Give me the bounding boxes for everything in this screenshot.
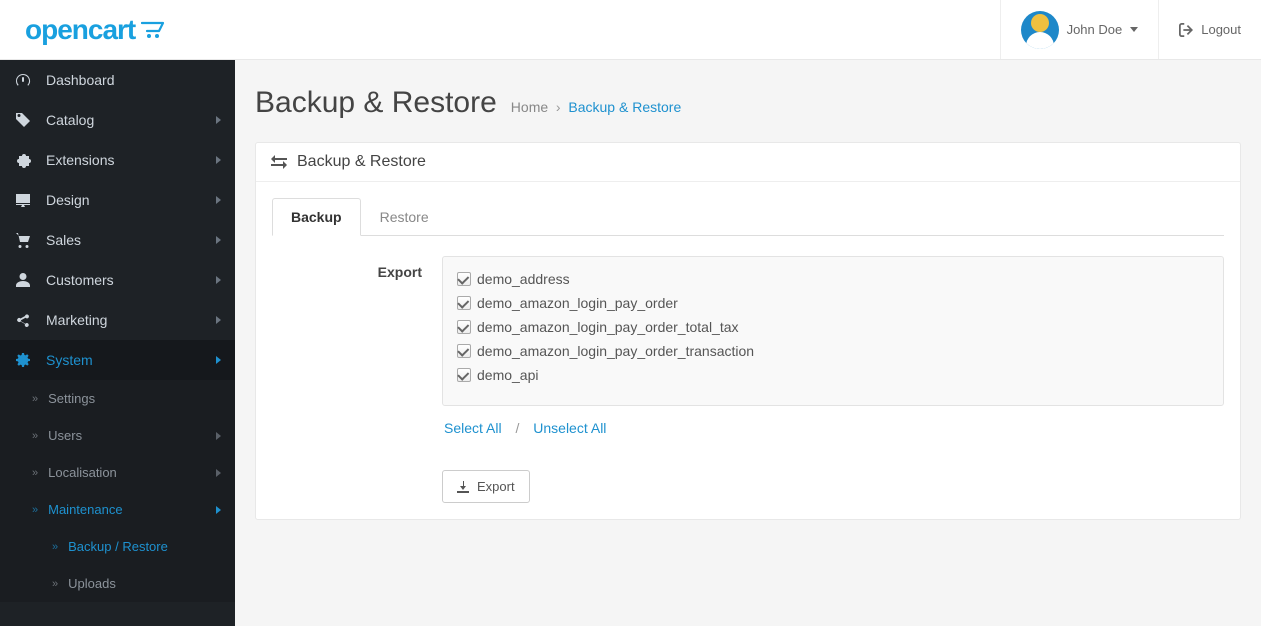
angle-right-icon: » (52, 541, 58, 553)
tab-backup[interactable]: Backup (272, 198, 361, 236)
nav-system-sub: » Settings » Users » Localisation » Main… (0, 380, 235, 602)
nav-extensions[interactable]: Extensions (0, 140, 235, 180)
nav-label: Users (48, 428, 82, 443)
header-right: John Doe Logout (1000, 0, 1261, 59)
nav-label: Extensions (46, 152, 114, 168)
spacer (272, 470, 422, 503)
checkbox-checked-icon[interactable] (457, 344, 471, 358)
logout-label: Logout (1201, 22, 1241, 37)
nav-users[interactable]: » Users (0, 417, 235, 454)
nav-design[interactable]: Design (0, 180, 235, 220)
table-name: demo_api (477, 367, 539, 383)
nav-uploads[interactable]: » Uploads (0, 565, 235, 602)
breadcrumb: Home › Backup & Restore (511, 99, 681, 115)
nav-label: Uploads (68, 576, 116, 591)
nav-label: Localisation (48, 465, 117, 480)
app-header: opencart John Doe Logout (0, 0, 1261, 60)
cart-icon (141, 21, 171, 39)
angle-right-icon: » (52, 578, 58, 590)
username: John Doe (1067, 22, 1123, 37)
form-row-export: Export demo_address demo_amazon_login_pa… (272, 236, 1224, 450)
page-header: Backup & Restore Home › Backup & Restore (255, 78, 1241, 142)
nav-label: Customers (46, 272, 114, 288)
nav-label: Maintenance (48, 502, 122, 517)
table-name: demo_amazon_login_pay_order_total_tax (477, 319, 739, 335)
logo[interactable]: opencart (0, 14, 235, 46)
panel: Backup & Restore Backup Restore Export d… (255, 142, 1241, 520)
export-button-label: Export (477, 479, 515, 494)
sign-out-icon (1179, 23, 1193, 37)
cart-icon (14, 232, 32, 248)
angle-right-icon: » (32, 430, 38, 442)
logout-button[interactable]: Logout (1158, 0, 1261, 59)
export-label: Export (272, 256, 422, 450)
nav-localisation[interactable]: » Localisation (0, 454, 235, 491)
tag-icon (14, 112, 32, 128)
dashboard-icon (14, 72, 32, 88)
breadcrumb-home[interactable]: Home (511, 99, 548, 115)
nav-label: System (46, 352, 93, 368)
separator: / (505, 420, 529, 436)
nav-label: Dashboard (46, 72, 115, 88)
chevron-down-icon (1130, 27, 1138, 32)
select-all-link[interactable]: Select All (444, 420, 502, 436)
nav-backup-restore[interactable]: » Backup / Restore (0, 528, 235, 565)
checkbox-checked-icon[interactable] (457, 368, 471, 382)
share-icon (14, 312, 32, 328)
panel-body: Backup Restore Export demo_address (256, 182, 1240, 519)
logo-text: opencart (25, 14, 135, 46)
download-icon (457, 481, 469, 493)
puzzle-icon (14, 152, 32, 168)
export-button[interactable]: Export (442, 470, 530, 503)
content: Backup & Restore Home › Backup & Restore… (235, 60, 1261, 626)
breadcrumb-current[interactable]: Backup & Restore (568, 99, 681, 115)
tables-well[interactable]: demo_address demo_amazon_login_pay_order… (442, 256, 1224, 406)
table-row[interactable]: demo_amazon_login_pay_order_total_tax (457, 315, 1209, 339)
table-name: demo_amazon_login_pay_order (477, 295, 678, 311)
user-icon (14, 272, 32, 288)
nav-customers[interactable]: Customers (0, 260, 235, 300)
nav-settings[interactable]: » Settings (0, 380, 235, 417)
desktop-icon (14, 192, 32, 208)
table-name: demo_amazon_login_pay_order_transaction (477, 343, 754, 359)
nav-marketing[interactable]: Marketing (0, 300, 235, 340)
table-row[interactable]: demo_amazon_login_pay_order_transaction (457, 339, 1209, 363)
nav-sales[interactable]: Sales (0, 220, 235, 260)
panel-title: Backup & Restore (297, 153, 426, 171)
select-links: Select All / Unselect All (442, 406, 1224, 450)
unselect-all-link[interactable]: Unselect All (533, 420, 606, 436)
nav-label: Design (46, 192, 90, 208)
gear-icon (14, 352, 32, 368)
tabs: Backup Restore (272, 198, 1224, 236)
tab-restore[interactable]: Restore (361, 198, 448, 236)
checkbox-checked-icon[interactable] (457, 296, 471, 310)
export-field: demo_address demo_amazon_login_pay_order… (442, 256, 1224, 450)
checkbox-checked-icon[interactable] (457, 272, 471, 286)
sidebar: Dashboard Catalog Extensions Design Sale (0, 60, 235, 626)
nav-label: Backup / Restore (68, 539, 168, 554)
form-row-button: Export (272, 450, 1224, 503)
nav-label: Settings (48, 391, 95, 406)
table-row[interactable]: demo_api (457, 363, 1209, 387)
nav-catalog[interactable]: Catalog (0, 100, 235, 140)
table-row[interactable]: demo_address (457, 267, 1209, 291)
nav-system[interactable]: System (0, 340, 235, 380)
angle-right-icon: » (32, 467, 38, 479)
nav-dashboard[interactable]: Dashboard (0, 60, 235, 100)
nav-label: Catalog (46, 112, 94, 128)
exchange-icon (271, 155, 287, 169)
checkbox-checked-icon[interactable] (457, 320, 471, 334)
nav-label: Marketing (46, 312, 107, 328)
table-name: demo_address (477, 271, 570, 287)
angle-right-icon: » (32, 393, 38, 405)
nav-label: Sales (46, 232, 81, 248)
page-title: Backup & Restore (255, 86, 497, 120)
table-row[interactable]: demo_amazon_login_pay_order (457, 291, 1209, 315)
avatar (1021, 11, 1059, 49)
angle-right-icon: » (32, 504, 38, 516)
nav-maintenance[interactable]: » Maintenance (0, 491, 235, 528)
user-menu[interactable]: John Doe (1000, 0, 1159, 59)
panel-heading: Backup & Restore (256, 143, 1240, 182)
